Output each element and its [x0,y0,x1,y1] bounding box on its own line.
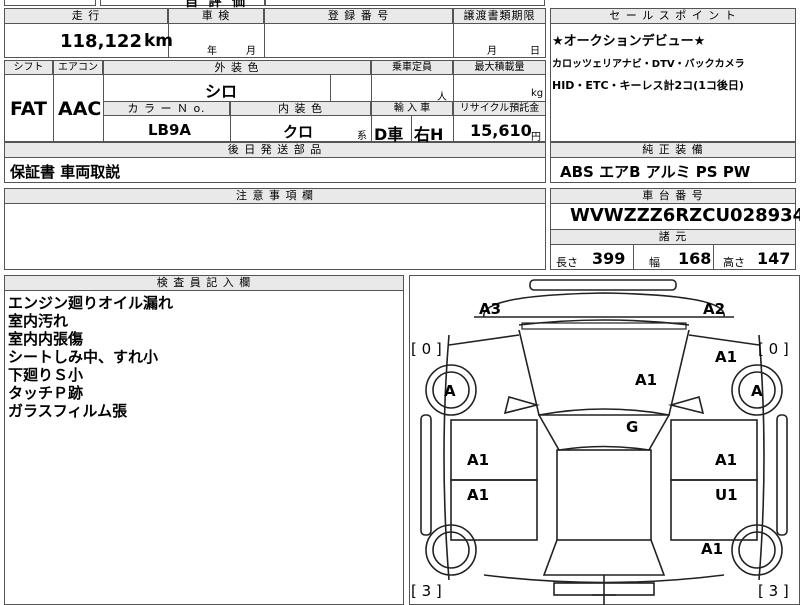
recycle-value: 15,610 [470,121,532,140]
inspector-note: 室内内張傷 [8,330,84,348]
sales-point-line: ★オークションデビュー★ [552,34,706,49]
damage-mark: A3 [479,300,502,318]
divider [230,116,231,142]
inspector-note: シートしみ中、すれ小 [8,348,159,366]
divider [371,116,372,142]
divider [713,245,714,270]
inspection-year-unit: 年 [207,46,217,57]
top-strip-right [265,0,545,6]
length-label: 長さ [556,256,578,269]
width-label: 幅 [649,256,660,269]
inspection-month-unit: 月 [246,46,256,57]
shift-value: FAT [10,98,47,120]
divider [264,24,265,58]
damage-mark: A [444,382,456,400]
inspector-note: エンジン廻りオイル漏れ [8,294,174,312]
chassis-number: WVWZZZ6RZCU028934 [570,205,800,226]
color-no-label: カ ラ ー Ｎ o. [103,101,230,116]
recycle-unit: 円 [531,132,541,143]
import-label: 輸 入 車 [371,101,453,116]
inspector-notes: エンジン廻りオイル漏れ 室内汚れ 室内内張傷 シートしみ中、すれ小 下廻りＳ小 … [8,294,173,420]
sales-point-label: セ ー ル ス ポ イ ン ト [550,8,796,24]
tire-mark-front-right: [ 0 ] [758,340,789,358]
damage-mark: A1 [467,486,490,504]
inspector-note: 室内汚れ [8,312,69,330]
genuine-equipment-value: ABS エアB アルミ PS PW [560,163,751,181]
registration-label: 登 録 番 号 [264,8,453,24]
load-unit: kg [531,88,544,99]
aircon-value: AAC [58,98,102,120]
divider [411,116,412,142]
interior-color-label: 内 装 色 [230,101,371,116]
sales-point-line: HID・ETC・キーレス計2コ(1コ後日) [552,79,744,92]
damage-mark: A2 [703,300,726,318]
damage-mark: A1 [715,348,738,366]
damage-mark: A [751,382,763,400]
height-label: 高さ [723,256,745,269]
tire-mark-front-left: [ 0 ] [411,340,442,358]
damage-mark: A1 [467,451,490,469]
interior-color-suffix: 系 [357,131,367,142]
damage-mark: U1 [715,486,738,504]
top-strip-left [4,0,96,6]
shift-label: シフト [4,60,53,75]
damage-mark: A1 [701,540,724,558]
inspector-note: 下廻りＳ小 [8,366,84,384]
inspector-label: 検 査 員 記 入 欄 [4,275,404,291]
damage-mark: A1 [715,451,738,469]
capacity-label: 乗車定員 [371,60,453,75]
exterior-color-value: シロ [205,82,238,101]
genuine-equipment-label: 純 正 装 備 [550,142,796,158]
mileage-unit: km [144,31,174,51]
later-parts-value: 保証書 車両取説 [10,163,121,181]
later-parts-label: 後 日 発 送 部 品 [4,142,546,158]
transfer-deadline-label: 譲渡書類期限 [453,8,546,24]
transfer-day-unit: 日 [530,46,540,57]
transfer-month-unit: 月 [487,46,497,57]
divider [330,75,331,101]
sales-point-block [550,8,796,142]
length-value: 399 [592,249,626,268]
divider [371,75,372,101]
exterior-color-label: 外 装 色 [103,60,371,75]
car-outline-diagram [420,279,788,605]
dimensions-label: 諸 元 [550,229,796,245]
aircon-label: エアコン [53,60,103,75]
divider [633,245,634,270]
max-load-label: 最大積載量 [453,60,546,75]
recycle-label: リサイクル預託金 [453,101,546,116]
sales-point-line: カロッツェリアナビ・DTV・バックカメラ [552,59,745,70]
damage-mark: G [626,418,639,436]
divider [53,75,54,142]
tire-mark-rear-right: [ 3 ] [758,582,789,600]
mileage-value: 118,122 [60,31,142,52]
color-no-value: LB9A [148,121,192,139]
mileage-label: 走 行 [4,8,168,24]
chassis-label: 車 台 番 号 [550,188,796,204]
divider [453,24,454,58]
height-value: 147 [757,249,791,268]
inspection-label: 車 検 [168,8,264,24]
caution-label: 注 意 事 項 欄 [4,188,546,204]
damage-mark: A1 [635,371,658,389]
inspector-note: ガラスフィルム張 [8,402,128,420]
interior-color-value: クロ [283,123,314,141]
tire-mark-rear-left: [ 3 ] [411,582,442,600]
width-value: 168 [678,249,712,268]
inspector-note: タッチＰ跡 [8,384,84,402]
